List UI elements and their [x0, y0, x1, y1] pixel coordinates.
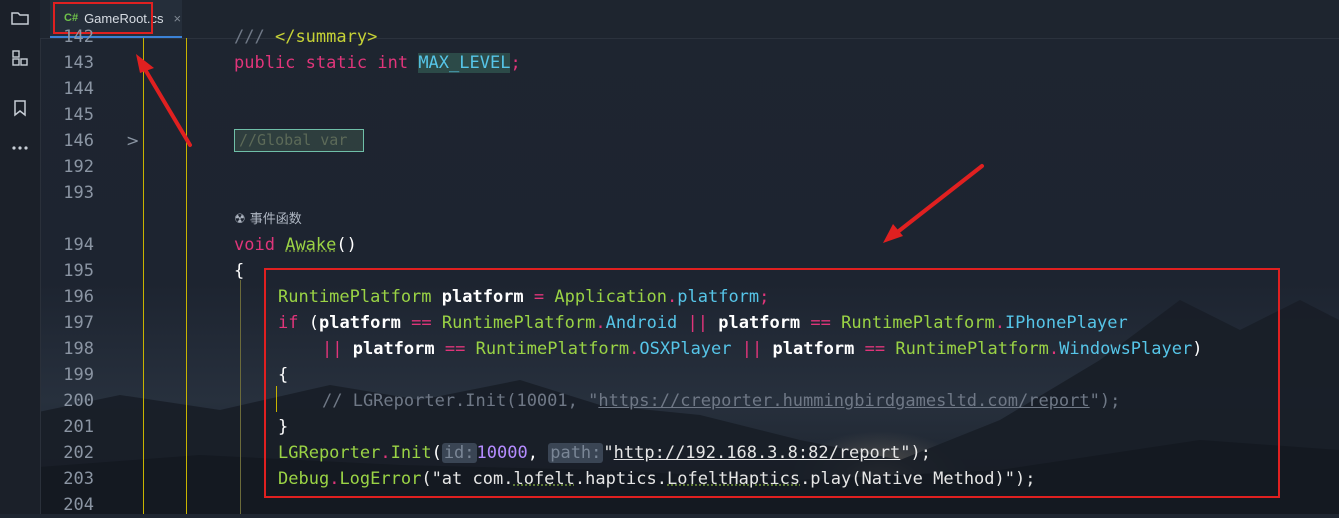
annotation-arrows [136, 54, 984, 243]
arrow-to-tab [136, 54, 192, 147]
arrow-to-code [883, 164, 984, 243]
